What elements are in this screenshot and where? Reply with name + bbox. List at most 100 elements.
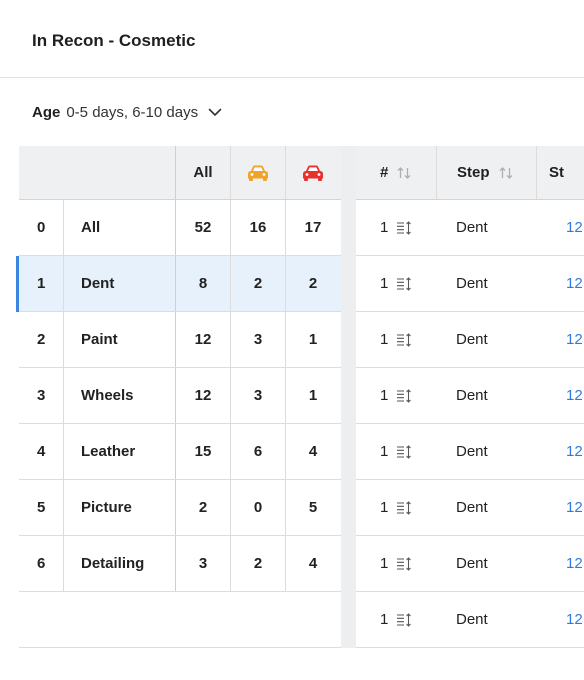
steps-table-header: # Step St	[356, 146, 584, 200]
category-row[interactable]: 2 Paint 12 3 1	[19, 312, 341, 368]
row-orange-count: 3	[230, 312, 285, 367]
row-all-count: 3	[175, 536, 230, 591]
step-name: Dent	[456, 387, 488, 404]
header-status[interactable]: St	[536, 146, 584, 199]
reorder-icon[interactable]	[396, 444, 412, 460]
reorder-icon[interactable]	[396, 612, 412, 628]
header-step-label: Step	[457, 164, 490, 181]
row-red-count: 17	[285, 200, 340, 255]
row-name: Dent	[63, 256, 175, 311]
step-quantity: 1	[356, 424, 436, 479]
reorder-icon[interactable]	[396, 220, 412, 236]
step-name: Dent	[456, 331, 488, 348]
header-all[interactable]: All	[175, 146, 230, 199]
step-name: Dent	[456, 443, 488, 460]
step-quantity: 1	[356, 312, 436, 367]
step-row[interactable]: 1 Dent 12	[356, 200, 584, 256]
header-name	[63, 146, 175, 199]
row-index: 3	[37, 387, 46, 404]
car-orange-icon[interactable]	[230, 146, 285, 199]
category-row[interactable]: 0 All 52 16 17	[19, 200, 341, 256]
reorder-icon[interactable]	[396, 276, 412, 292]
step-row[interactable]: 1 Dent 12	[356, 480, 584, 536]
step-quantity: 1	[356, 368, 436, 423]
row-index: 5	[37, 499, 46, 516]
step-qty-value: 1	[380, 443, 389, 460]
category-row-empty	[19, 592, 341, 648]
chevron-down-icon[interactable]	[208, 108, 222, 117]
reorder-icon[interactable]	[396, 332, 412, 348]
row-index: 2	[37, 331, 46, 348]
sort-icon[interactable]	[396, 166, 412, 180]
step-status-link[interactable]: 12	[536, 200, 584, 255]
step-name: Dent	[456, 555, 488, 572]
step-status-link[interactable]: 12	[536, 424, 584, 479]
table-splitter[interactable]	[341, 146, 356, 648]
step-status-link[interactable]: 12	[536, 368, 584, 423]
category-row[interactable]: 4 Leather 15 6 4	[19, 424, 341, 480]
reorder-icon[interactable]	[396, 556, 412, 572]
step-qty-value: 1	[380, 219, 389, 236]
step-row[interactable]: 1 Dent 12	[356, 368, 584, 424]
step-qty-value: 1	[380, 387, 389, 404]
row-red-count: 5	[285, 480, 340, 535]
reorder-icon[interactable]	[396, 500, 412, 516]
step-qty-value: 1	[380, 331, 389, 348]
row-name: All	[63, 200, 175, 255]
row-name: Detailing	[63, 536, 175, 591]
row-red-count: 4	[285, 536, 340, 591]
step-status-link[interactable]: 12	[536, 480, 584, 535]
reorder-icon[interactable]	[396, 388, 412, 404]
row-all-count: 12	[175, 312, 230, 367]
row-red-count: 4	[285, 424, 340, 479]
step-name: Dent	[456, 275, 488, 292]
step-row[interactable]: 1 Dent 12	[356, 312, 584, 368]
row-index: 4	[37, 443, 46, 460]
row-orange-count: 2	[230, 256, 285, 311]
category-row[interactable]: 3 Wheels 12 3 1	[19, 368, 341, 424]
step-row[interactable]: 1 Dent 12	[356, 256, 584, 312]
step-status-link[interactable]: 12	[536, 312, 584, 367]
step-status-link[interactable]: 12	[536, 592, 584, 647]
header-index	[19, 146, 63, 199]
row-name: Leather	[63, 424, 175, 479]
step-quantity: 1	[356, 480, 436, 535]
step-status-link[interactable]: 12	[536, 536, 584, 591]
car-red-icon[interactable]	[285, 146, 340, 199]
steps-table: # Step St 1 Dent 12 1 Dent 12 1 Dent 12 …	[356, 146, 584, 648]
category-row[interactable]: 6 Detailing 3 2 4	[19, 536, 341, 592]
row-red-count: 1	[285, 368, 340, 423]
step-quantity: 1	[356, 200, 436, 255]
row-name: Paint	[63, 312, 175, 367]
step-qty-value: 1	[380, 499, 389, 516]
row-orange-count: 2	[230, 536, 285, 591]
step-name: Dent	[456, 611, 488, 628]
header-number-label: #	[380, 164, 389, 181]
header-number[interactable]: #	[356, 146, 436, 199]
step-row[interactable]: 1 Dent 12	[356, 424, 584, 480]
row-all-count: 52	[175, 200, 230, 255]
category-table: All 0 All 52 16 17 1 Dent 8 2 2 2 Paint …	[16, 146, 341, 648]
row-index: 0	[37, 219, 46, 236]
step-row[interactable]: 1 Dent 12	[356, 536, 584, 592]
step-qty-value: 1	[380, 611, 389, 628]
sort-icon[interactable]	[498, 166, 514, 180]
row-orange-count: 16	[230, 200, 285, 255]
step-quantity: 1	[356, 536, 436, 591]
header-step[interactable]: Step	[436, 146, 536, 199]
age-filter[interactable]: Age 0-5 days, 6-10 days	[32, 104, 222, 121]
age-filter-value[interactable]: 0-5 days, 6-10 days	[66, 104, 198, 121]
row-red-count: 1	[285, 312, 340, 367]
row-all-count: 12	[175, 368, 230, 423]
step-row[interactable]: 1 Dent 12	[356, 592, 584, 648]
row-orange-count: 0	[230, 480, 285, 535]
step-qty-value: 1	[380, 275, 389, 292]
step-status-link[interactable]: 12	[536, 256, 584, 311]
category-row[interactable]: 5 Picture 2 0 5	[19, 480, 341, 536]
category-row-selected[interactable]: 1 Dent 8 2 2	[16, 256, 341, 312]
row-orange-count: 6	[230, 424, 285, 479]
step-qty-value: 1	[380, 555, 389, 572]
header-divider	[0, 77, 584, 78]
row-red-count: 2	[285, 256, 340, 311]
age-filter-label: Age	[32, 104, 61, 121]
